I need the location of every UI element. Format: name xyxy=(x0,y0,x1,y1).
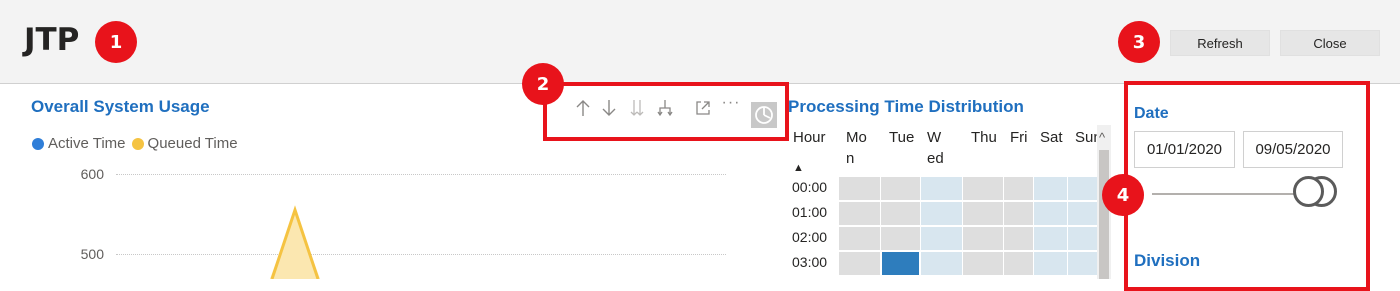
matrix-cell[interactable] xyxy=(839,252,880,275)
column-header-hour[interactable]: Hour xyxy=(793,127,826,148)
arrow-down-icon[interactable] xyxy=(598,96,620,120)
matrix-cell[interactable] xyxy=(921,202,962,225)
legend-dot-queued-icon xyxy=(131,137,144,150)
gridline-600 xyxy=(116,174,726,175)
y-axis-tick-600: 600 xyxy=(80,166,104,182)
queued-time-area-peak xyxy=(270,205,320,279)
legend-dot-active-icon xyxy=(32,137,44,150)
matrix-cell[interactable] xyxy=(1068,252,1097,275)
spotlight-icon[interactable] xyxy=(751,102,777,128)
matrix-cell[interactable] xyxy=(1068,202,1097,225)
double-arrow-down-icon[interactable] xyxy=(626,96,648,120)
slicer-title-division: Division xyxy=(1134,251,1201,270)
matrix-cell[interactable] xyxy=(881,227,920,250)
callout-marker-2: 2 xyxy=(522,63,564,105)
matrix-cell[interactable] xyxy=(1068,227,1097,250)
matrix-cell[interactable] xyxy=(921,177,962,200)
date-slider-start-handle[interactable] xyxy=(1293,176,1324,207)
page-title: JTP xyxy=(24,22,80,58)
matrix-cell[interactable] xyxy=(963,252,1003,275)
legend-label-queued: Queued Time xyxy=(147,135,238,152)
matrix-cell[interactable] xyxy=(1004,227,1033,250)
matrix-cell[interactable] xyxy=(1034,252,1067,275)
sort-ascending-icon[interactable]: ▲ xyxy=(793,162,804,174)
callout-marker-3: 3 xyxy=(1118,21,1160,63)
matrix-cell[interactable] xyxy=(1004,177,1033,200)
matrix-cell[interactable] xyxy=(882,252,919,275)
column-header-tue[interactable]: Tue xyxy=(889,127,914,148)
focus-mode-icon[interactable] xyxy=(692,96,714,120)
column-header-thu[interactable]: Thu xyxy=(971,127,997,148)
refresh-button[interactable]: Refresh xyxy=(1170,30,1270,56)
matrix-cell[interactable] xyxy=(921,252,962,275)
matrix-cell[interactable] xyxy=(881,202,920,225)
legend-label-active: Active Time xyxy=(48,135,126,152)
matrix-cell[interactable] xyxy=(963,202,1003,225)
matrix-cell[interactable] xyxy=(1034,177,1067,200)
more-options-icon[interactable]: ··· xyxy=(720,91,742,115)
legend-item-active-time[interactable]: Active Time xyxy=(32,135,126,152)
end-date-input[interactable]: 09/05/2020 xyxy=(1243,131,1343,168)
matrix-cell[interactable] xyxy=(921,227,962,250)
row-header-03: 03:00 xyxy=(792,254,828,270)
row-header-02: 02:00 xyxy=(792,229,828,245)
matrix-cell[interactable] xyxy=(881,177,920,200)
scroll-up-icon[interactable]: ^ xyxy=(1099,130,1105,145)
column-header-wed[interactable]: Wed xyxy=(927,127,947,169)
expand-hierarchy-icon[interactable] xyxy=(654,96,676,120)
legend-item-queued-time[interactable]: Queued Time xyxy=(131,135,238,152)
y-axis-tick-500: 500 xyxy=(80,246,104,262)
matrix-cell[interactable] xyxy=(1068,177,1097,200)
matrix-cell[interactable] xyxy=(963,227,1003,250)
matrix-cell[interactable] xyxy=(1034,227,1067,250)
callout-marker-1: 1 xyxy=(95,21,137,63)
chart-legend: Active Time Queued Time xyxy=(32,135,244,152)
close-button[interactable]: Close xyxy=(1280,30,1380,56)
matrix-cell[interactable] xyxy=(963,177,1003,200)
row-header-01: 01:00 xyxy=(792,204,828,220)
column-header-sat[interactable]: Sat xyxy=(1040,127,1063,148)
column-header-fri[interactable]: Fri xyxy=(1010,127,1028,148)
callout-marker-4: 4 xyxy=(1102,174,1144,216)
matrix-cell[interactable] xyxy=(1034,202,1067,225)
matrix-cell[interactable] xyxy=(1004,202,1033,225)
matrix-cell[interactable] xyxy=(839,227,880,250)
arrow-up-icon[interactable] xyxy=(572,96,594,120)
chart-title-system-usage: Overall System Usage xyxy=(31,97,210,116)
slicer-title-date: Date xyxy=(1134,105,1169,122)
chart-title-processing-time: Processing Time Distribution xyxy=(788,97,1024,116)
matrix-cell[interactable] xyxy=(839,202,880,225)
matrix-cell[interactable] xyxy=(839,177,880,200)
matrix-scroll-thumb[interactable] xyxy=(1099,150,1109,279)
row-header-00: 00:00 xyxy=(792,179,828,195)
matrix-cell[interactable] xyxy=(1004,252,1033,275)
gridline-500 xyxy=(116,254,726,255)
start-date-input[interactable]: 01/01/2020 xyxy=(1134,131,1235,168)
date-slider-track[interactable] xyxy=(1152,193,1308,195)
column-header-mon[interactable]: Mon xyxy=(846,127,870,169)
